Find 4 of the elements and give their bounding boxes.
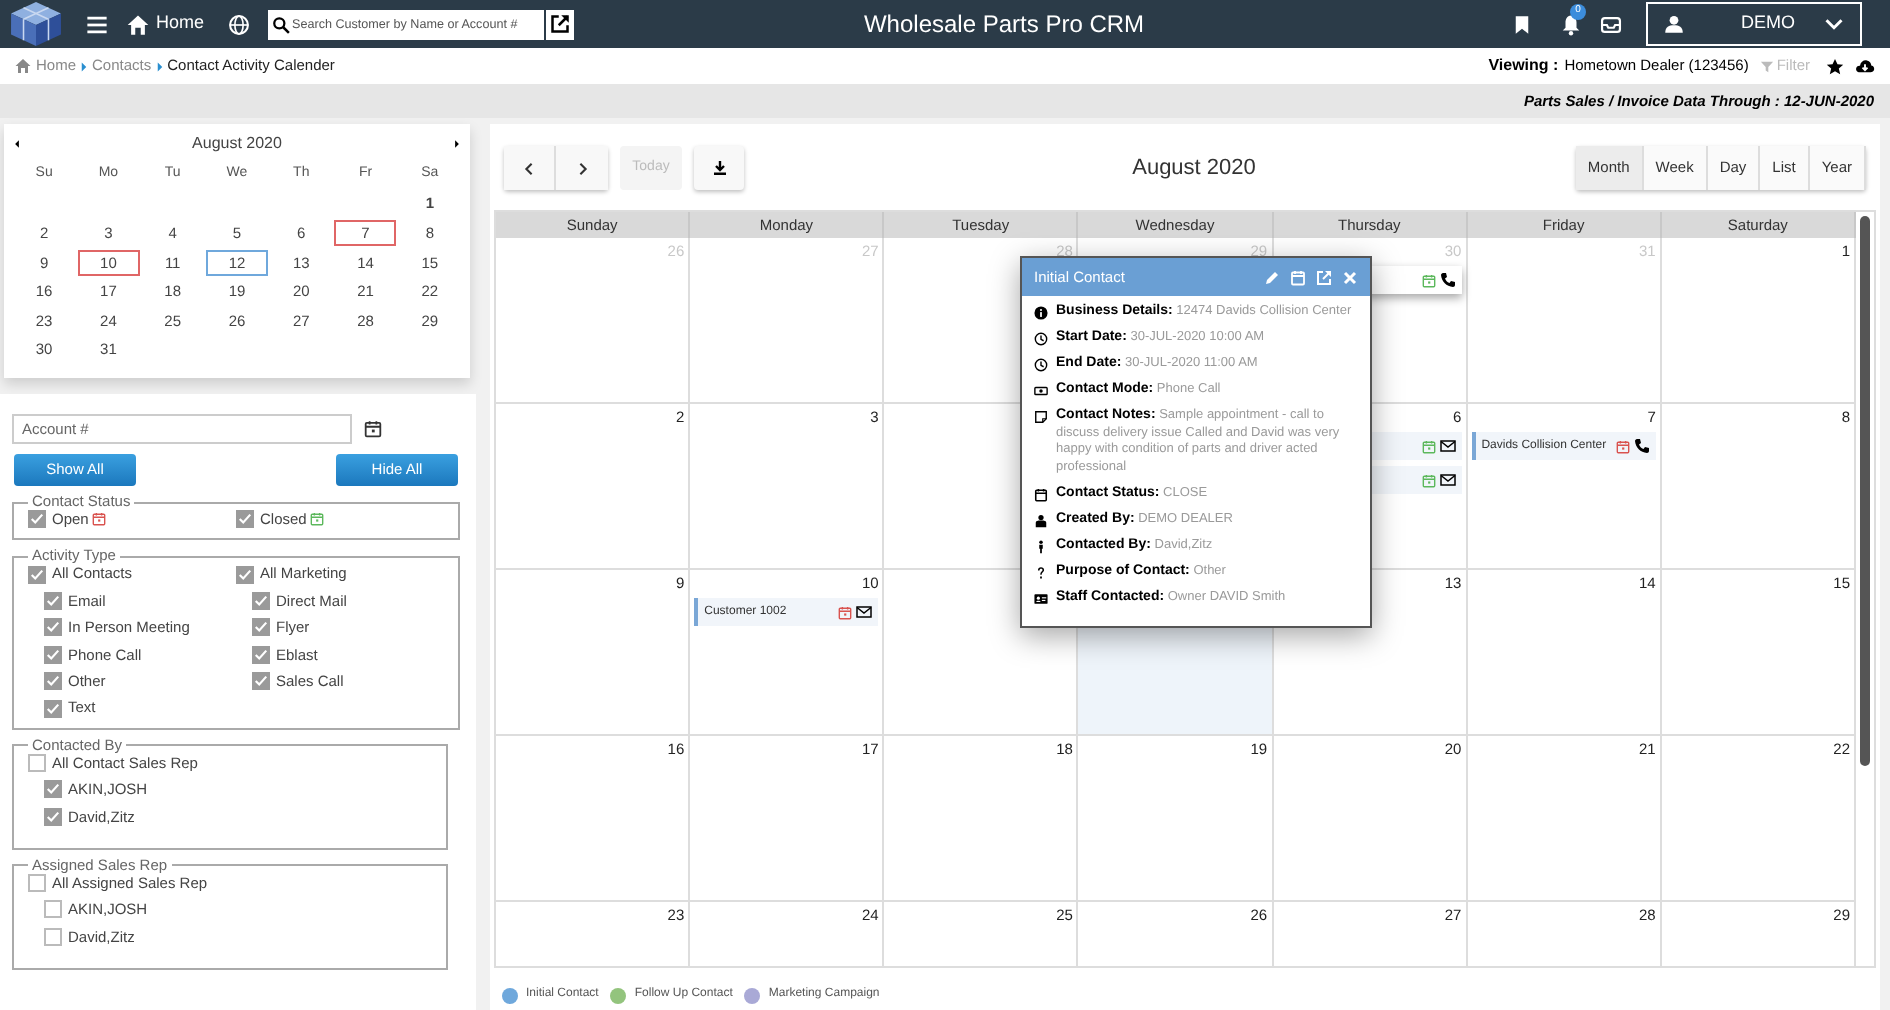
viewing-label: Viewing : xyxy=(1488,54,1559,78)
calendar-title: August 2020 xyxy=(1130,153,1258,184)
month-title: August 2020 xyxy=(192,132,282,156)
app-title: Wholesale Parts Pro CRM xyxy=(861,8,1147,42)
